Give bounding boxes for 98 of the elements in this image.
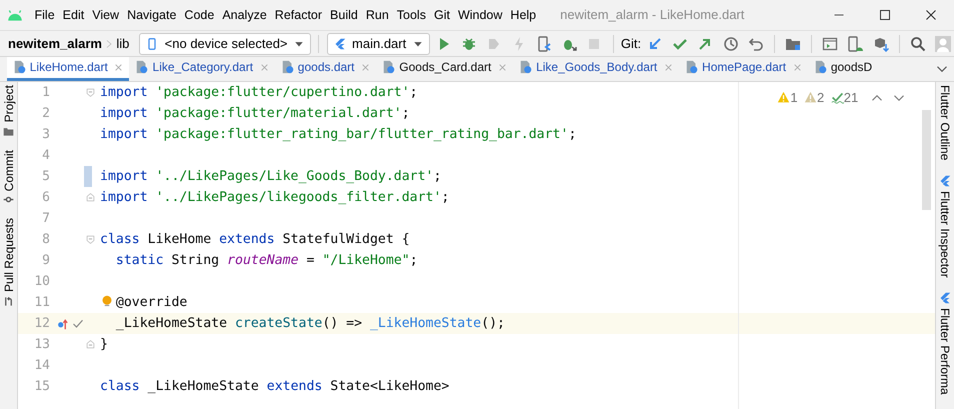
- menu-item[interactable]: Git: [430, 6, 454, 24]
- pull-request-icon: [3, 296, 14, 307]
- fold-icon[interactable]: [86, 88, 95, 97]
- dart-file-icon: [684, 60, 699, 74]
- menu-item[interactable]: Help: [506, 6, 540, 24]
- code-line: _LikeHomeState createState() => _LikeHomeState();: [114, 314, 505, 333]
- dart-file-icon: [814, 60, 828, 74]
- line-number: 4: [41, 146, 50, 165]
- folder-icon: [3, 126, 14, 137]
- flutter-logo-icon: [334, 36, 346, 50]
- dart-file-icon: [280, 60, 295, 74]
- editor-tab[interactable]: HomePage.dart: [678, 57, 808, 81]
- run-config-dropdown[interactable]: main.dart: [326, 32, 430, 54]
- dart-file-icon: [518, 60, 533, 74]
- line-number: 2: [41, 104, 50, 123]
- flutter-logo-icon: [939, 290, 951, 305]
- bug-icon[interactable]: [461, 36, 477, 52]
- editor-tab[interactable]: Like_Category.dart: [129, 57, 275, 81]
- tool-window-button[interactable]: Commit: [0, 150, 18, 206]
- menu-item[interactable]: Code: [180, 6, 218, 24]
- undo-icon[interactable]: [748, 36, 764, 52]
- editor-tab[interactable]: LikeHome.dart: [6, 57, 130, 81]
- line-number: 14: [33, 356, 50, 375]
- change-marker[interactable]: [84, 166, 92, 187]
- check-icon[interactable]: [72, 318, 84, 330]
- tool-window-button[interactable]: Flutter Performa: [936, 290, 954, 395]
- inspection-count[interactable]: 1: [777, 88, 798, 108]
- phone-icon: [146, 36, 158, 52]
- phone-flutter-icon[interactable]: [536, 36, 552, 52]
- breadcrumb-item[interactable]: newitem_alarm: [8, 34, 102, 54]
- flutter-logo-icon: [939, 174, 951, 188]
- editor-tab[interactable]: goods.dart: [274, 57, 376, 81]
- menu-item[interactable]: Navigate: [123, 6, 180, 24]
- warning-icon: [804, 91, 818, 104]
- editor-tab[interactable]: Goods_Card.dart: [376, 57, 513, 81]
- override-icon[interactable]: [56, 318, 68, 330]
- dart-file-icon: [382, 60, 396, 74]
- line-number: 10: [33, 272, 50, 291]
- fold-icon[interactable]: [86, 193, 95, 202]
- editor-tab[interactable]: goodsD: [808, 57, 878, 81]
- window-title: newitem_alarm - LikeHome.dart: [560, 6, 746, 24]
- breadcrumb-item[interactable]: lib: [116, 34, 130, 54]
- git-label: Git:: [620, 34, 642, 53]
- fold-icon[interactable]: [86, 340, 95, 349]
- editor-tab[interactable]: Like_Goods_Body.dart: [512, 57, 679, 81]
- scrollbar-thumb[interactable]: [922, 110, 931, 210]
- bulb-icon[interactable]: [101, 294, 113, 307]
- code-line: static String routeName = "/LikeHome";: [114, 252, 418, 270]
- code-line: import '../LikePages/likegoods_filter.dart';: [99, 188, 450, 207]
- line-number: 8: [41, 230, 50, 249]
- menu-item[interactable]: File: [30, 6, 59, 24]
- inspection-count[interactable]: 2: [804, 88, 824, 108]
- menu-item[interactable]: View: [88, 6, 124, 24]
- line-number: 1: [41, 84, 50, 102]
- dart-file-icon: [135, 60, 150, 74]
- line-number: 7: [41, 210, 50, 228]
- line-number: 15: [33, 378, 50, 396]
- code-line: @override: [95, 292, 188, 312]
- menu-item[interactable]: Build: [326, 6, 362, 24]
- avatar-icon[interactable]: [934, 36, 951, 52]
- dart-file-icon: [12, 60, 26, 74]
- clock-icon[interactable]: [722, 36, 739, 52]
- phone-android-icon[interactable]: [847, 36, 864, 52]
- menu-item[interactable]: Run: [362, 6, 393, 24]
- maximize-icon[interactable]: [879, 9, 891, 21]
- line-number: 6: [41, 188, 50, 207]
- line-number: 5: [41, 168, 50, 186]
- code-line: class LikeHome extends StatefulWidget {: [99, 230, 410, 249]
- menu-item[interactable]: Tools: [392, 6, 430, 24]
- line-number: 9: [41, 252, 50, 270]
- close-icon[interactable]: [925, 9, 937, 21]
- menu-item[interactable]: Window: [454, 6, 506, 24]
- code-line: import '../LikePages/Like_Goods_Body.dart';: [99, 168, 442, 186]
- tool-window-button[interactable]: Flutter Inspector: [936, 174, 954, 278]
- warning-icon: [777, 91, 790, 104]
- line-number: 12: [33, 314, 50, 333]
- arrow-down-left-icon[interactable]: [647, 36, 664, 52]
- code-line: }: [99, 336, 108, 354]
- tool-window-button[interactable]: Project: [0, 85, 18, 137]
- device-dropdown[interactable]: <no device selected>: [139, 32, 312, 54]
- terminal-window-icon[interactable]: [822, 36, 838, 52]
- menu-item[interactable]: Analyze: [218, 6, 271, 24]
- code-line: import 'package:flutter/cupertino.dart';: [99, 84, 418, 102]
- menu-item[interactable]: Refactor: [270, 6, 326, 24]
- line-number: 11: [33, 294, 50, 312]
- tool-window-button[interactable]: Pull Requests: [0, 218, 18, 307]
- code-line: import 'package:flutter_rating_bar/flutter_rating_bar.dart';: [99, 126, 576, 144]
- code-line: class _LikeHomeState extends State<LikeHome>: [99, 378, 450, 396]
- spellcheck-icon: [830, 91, 844, 104]
- tool-window-button[interactable]: Flutter Outline: [936, 85, 954, 161]
- code-line: import 'package:flutter/material.dart';: [99, 104, 410, 123]
- fold-icon[interactable]: [86, 235, 95, 244]
- line-number: 13: [33, 336, 50, 354]
- menu-item[interactable]: Edit: [58, 6, 88, 24]
- search-icon[interactable]: [910, 36, 926, 52]
- inspection-count[interactable]: 21: [830, 88, 858, 108]
- cube-download-icon[interactable]: [872, 36, 889, 52]
- line-number: 3: [41, 126, 50, 144]
